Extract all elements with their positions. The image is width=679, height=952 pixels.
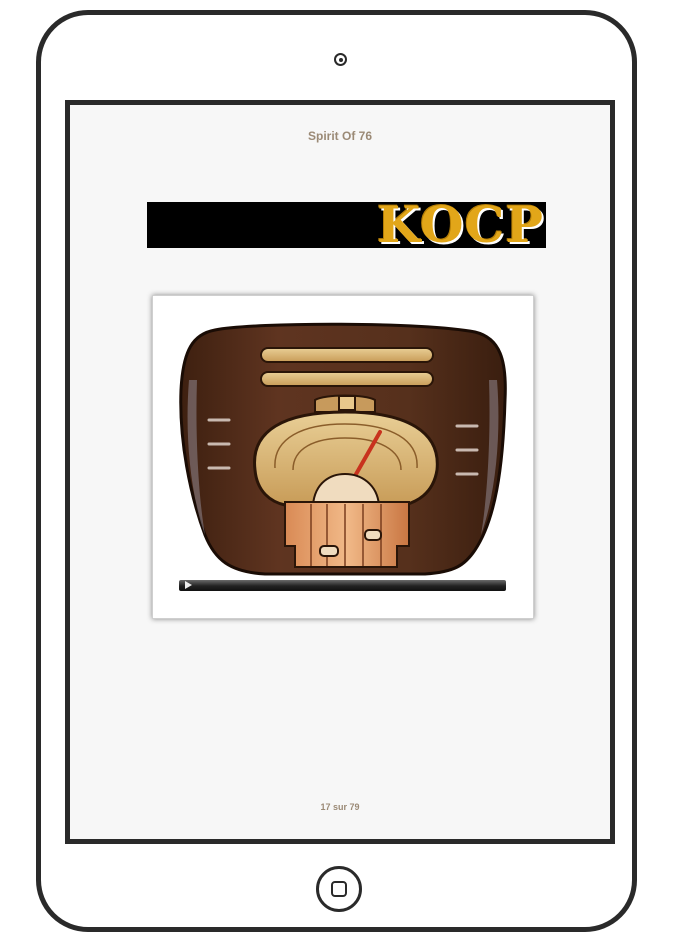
audio-player-widget [152,295,534,619]
page-counter: 17 sur 79 [320,802,360,812]
page-title: Spirit Of 76 [307,129,372,143]
play-icon[interactable] [185,581,192,589]
vintage-radio-illustration [179,322,507,576]
screen: Spirit Of 76 KOCP 17 sur 79 [65,100,615,844]
camera-icon [334,53,347,66]
home-button-icon [331,881,347,897]
audio-progress-bar[interactable] [179,580,506,591]
home-button[interactable] [316,866,362,912]
banner-text: KOCP [376,195,544,254]
station-banner: KOCP [147,196,546,254]
